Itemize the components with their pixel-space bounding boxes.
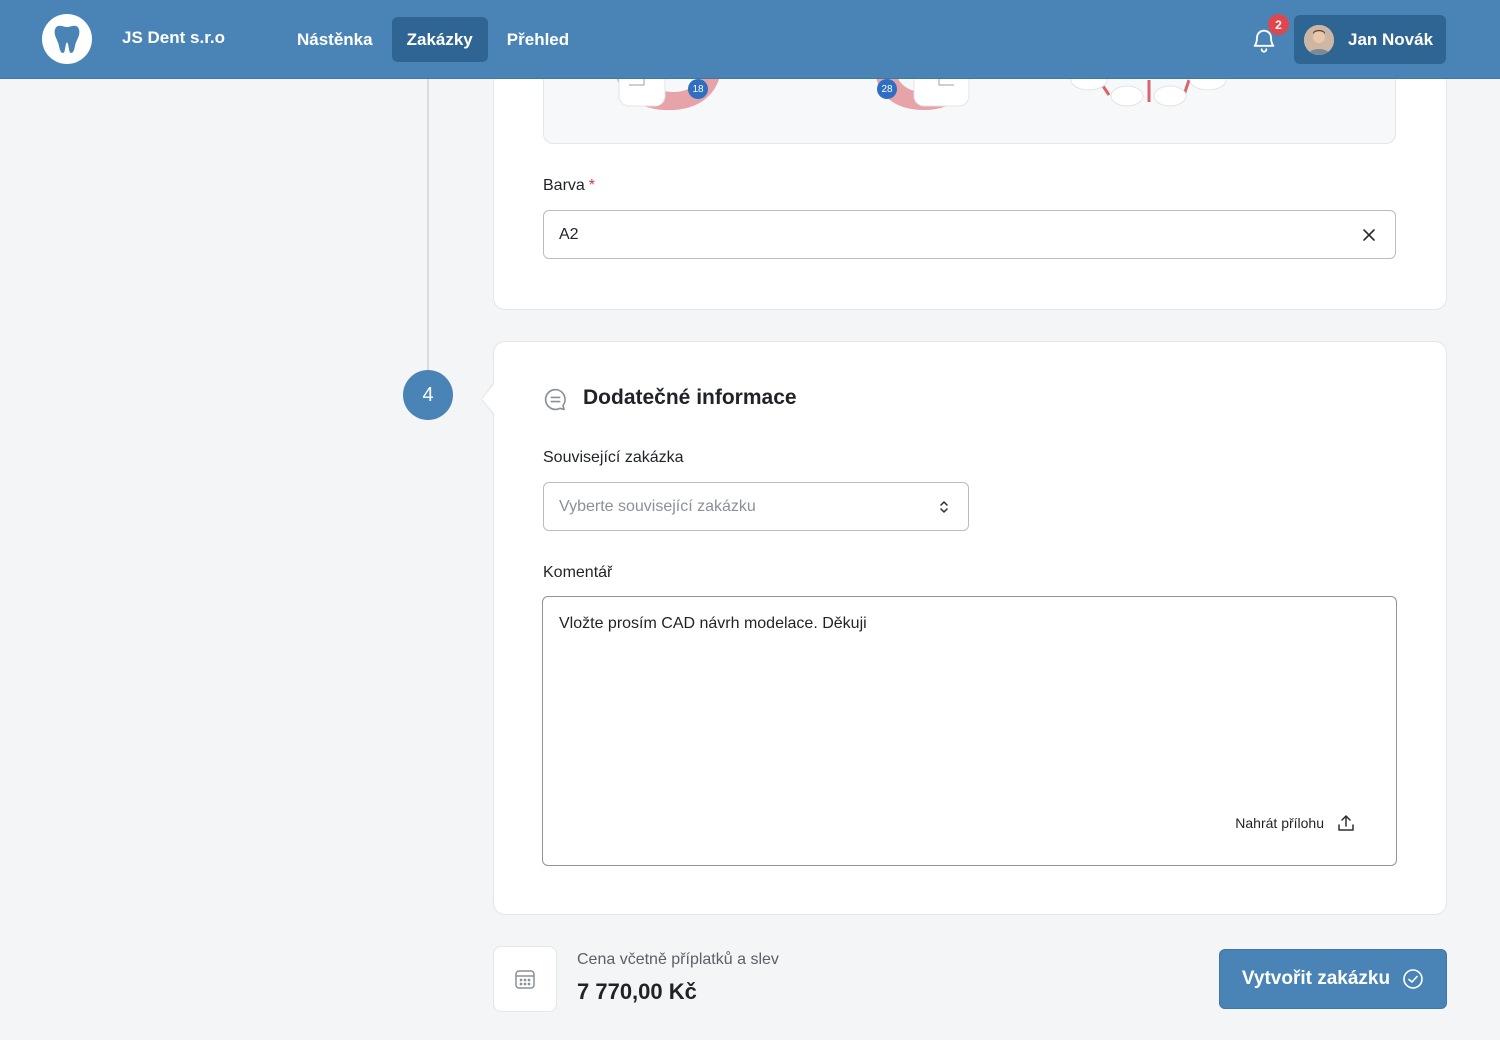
- nav-item-orders[interactable]: Zakázky: [391, 17, 488, 62]
- chevron-up-down-icon: [940, 501, 948, 513]
- top-navbar: JS Dent s.r.o Nástěnka Zakázky Přehled 2…: [0, 0, 1500, 79]
- required-mark: *: [588, 177, 596, 194]
- related-order-select[interactable]: Vyberte související zakázku: [543, 482, 969, 531]
- create-order-label: Vytvořit zakázku: [1241, 968, 1391, 989]
- barva-input[interactable]: A2: [543, 210, 1396, 259]
- related-order-placeholder: Vyberte související zakázku: [559, 497, 756, 515]
- comment-label: Komentář: [543, 564, 613, 581]
- notification-badge: 2: [1268, 14, 1289, 35]
- barva-label: Barva *: [543, 177, 595, 195]
- price-value: 7 770,00 Kč: [577, 979, 697, 1004]
- main-nav: Nástěnka Zakázky Přehled: [282, 17, 584, 62]
- check-circle-icon: [1403, 969, 1423, 989]
- company-name: JS Dent s.r.o: [122, 28, 225, 47]
- logo[interactable]: [42, 14, 92, 64]
- tooth-number-badge[interactable]: 18: [688, 79, 708, 99]
- user-menu[interactable]: Jan Novák: [1294, 15, 1446, 64]
- create-order-button[interactable]: Vytvořit zakázku: [1219, 949, 1447, 1009]
- tooth-number-badge[interactable]: 28: [877, 79, 897, 99]
- card-pointer: [481, 382, 495, 416]
- calculator-icon: [515, 970, 535, 989]
- nav-item-dashboard[interactable]: Nástěnka: [282, 17, 388, 62]
- price-label: Cena včetně příplatků a slev: [577, 951, 779, 968]
- comment-textarea[interactable]: Vložte prosím CAD návrh modelace. Děkuji…: [542, 596, 1397, 866]
- upload-icon: [1338, 815, 1354, 831]
- nav-item-overview[interactable]: Přehled: [492, 17, 584, 62]
- upload-label: Nahrát přílohu: [1235, 815, 1324, 831]
- user-name: Jan Novák: [1348, 29, 1434, 49]
- close-icon[interactable]: [1361, 227, 1377, 243]
- barva-label-text: Barva: [543, 177, 585, 194]
- related-order-label: Související zakázka: [543, 449, 684, 466]
- step-number: 4: [403, 370, 453, 420]
- upload-attachment-button[interactable]: Nahrát přílohu: [1235, 813, 1356, 833]
- section-title: Dodatečné informace: [583, 386, 797, 409]
- comment-text: Vložte prosím CAD návrh modelace. Děkuji: [559, 615, 867, 632]
- chat-bubble-icon: [544, 388, 566, 411]
- timeline-line: [427, 79, 429, 371]
- tooth-icon: [54, 25, 80, 53]
- calculator-button[interactable]: [493, 946, 557, 1012]
- barva-value: A2: [559, 225, 579, 243]
- avatar: [1304, 24, 1334, 55]
